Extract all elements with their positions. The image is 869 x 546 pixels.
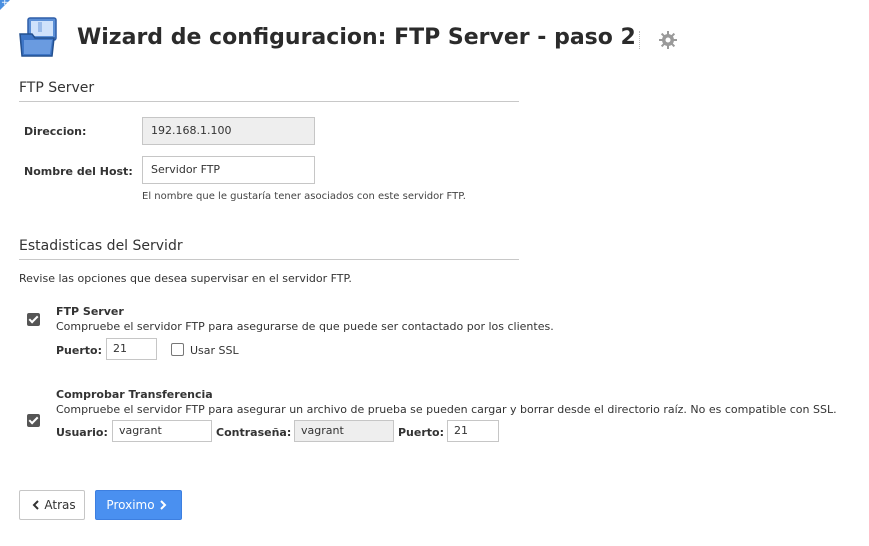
page-title: Wizard de configuracion: FTP Server - pa…: [77, 25, 636, 50]
ftp-server-check-description: Compruebe el servidor FTP para asegurars…: [56, 320, 554, 333]
chevron-left-icon: [32, 500, 40, 510]
title-divider: [639, 31, 640, 49]
folder-network-icon: [19, 17, 57, 57]
transfer-port-label: Puerto:: [398, 426, 444, 439]
back-button-label: Atras: [44, 498, 76, 512]
hostname-field[interactable]: Servidor FTP: [142, 156, 315, 184]
hostname-label: Nombre del Host:: [24, 165, 133, 178]
username-field[interactable]: vagrant: [112, 420, 212, 442]
address-label: Direccion:: [24, 125, 87, 138]
username-label: Usuario:: [56, 426, 108, 439]
statistics-description: Revise las opciones que desea supervisar…: [19, 272, 352, 285]
transfer-check-description: Compruebe el servidor FTP para asegurar …: [56, 403, 837, 416]
transfer-check-title: Comprobar Transferencia: [56, 388, 213, 401]
plus-icon[interactable]: +: [1, 0, 9, 8]
gear-icon[interactable]: [658, 30, 678, 50]
next-button[interactable]: Proximo: [95, 490, 182, 520]
section-title-statistics: Estadisticas del Servidr: [19, 238, 183, 254]
password-label: Contraseña:: [216, 426, 292, 439]
ftp-port-field[interactable]: 21: [106, 338, 157, 360]
use-ssl-label: Usar SSL: [190, 344, 239, 357]
address-field: 192.168.1.100: [142, 117, 315, 145]
section-divider: [19, 101, 519, 102]
transfer-checkbox[interactable]: [27, 414, 40, 427]
section-divider: [19, 259, 519, 260]
ftp-server-check-title: FTP Server: [56, 305, 124, 318]
transfer-port-field[interactable]: 21: [447, 420, 499, 442]
chevron-right-icon: [159, 500, 166, 510]
use-ssl-checkbox[interactable]: [171, 343, 184, 356]
ftp-server-checkbox[interactable]: [27, 313, 40, 326]
hostname-help: El nombre que le gustaría tener asociado…: [142, 191, 466, 202]
password-field[interactable]: vagrant: [294, 420, 394, 442]
next-button-label: Proximo: [106, 498, 155, 512]
back-button[interactable]: Atras: [19, 490, 85, 520]
ftp-port-label: Puerto:: [56, 344, 102, 357]
section-title-ftp-server: FTP Server: [19, 80, 95, 96]
